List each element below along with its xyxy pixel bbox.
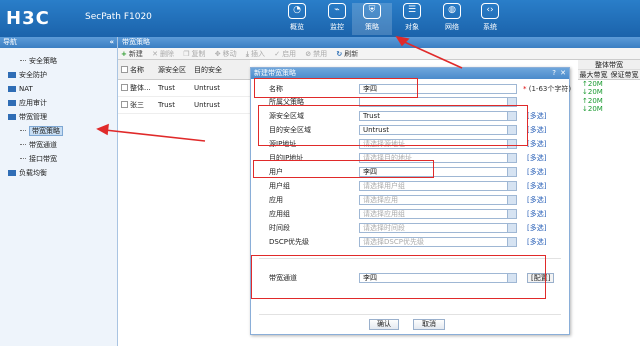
h3c-logo: H3C (6, 8, 50, 29)
folder-open-icon (8, 114, 16, 120)
globe-icon: ◍ (443, 3, 461, 19)
sidebar-item-load-balance[interactable]: 负载均衡 (0, 166, 117, 180)
sidebar-item-security-policy[interactable]: 安全策略 (0, 54, 117, 68)
top-banner: H3C SecPath F1020 ◔ 概览 ⌁ 监控 ⛨ 策略 ☰ 对象 ◍ 网络 ‹›… (0, 0, 640, 37)
src-zone-multiselect-link[interactable]: [多选] (527, 111, 546, 122)
dst-ip-multiselect-link[interactable]: [多选] (527, 153, 546, 164)
app-multiselect-link[interactable]: [多选] (527, 195, 546, 206)
nav-network[interactable]: ◍ 网络 (432, 3, 472, 35)
table-row[interactable]: 整体... Trust Untrust (118, 80, 250, 97)
dscp-row: DSCP优先级 请选择DSCP优先级 [多选] (269, 237, 547, 247)
src-ip-multiselect-link[interactable]: [多选] (527, 139, 546, 150)
sidebar-item-bandwidth-channel[interactable]: 带宽通道 (0, 138, 117, 152)
shield-icon: ⛨ (363, 3, 381, 19)
cancel-button[interactable]: 取消 (413, 319, 445, 330)
time-range-row: 时间段 请选择时间段 [多选] (269, 223, 547, 233)
annotation-box-user (253, 160, 434, 178)
policy-table: 名称 源安全区 目的安全 整体... Trust Untrust 张三 Trus… (118, 60, 250, 114)
move-button[interactable]: ✥ 移动 (215, 50, 237, 58)
app-group-select[interactable]: 请选择应用组 (359, 209, 517, 219)
user-group-multiselect-link[interactable]: [多选] (527, 181, 546, 192)
nav-overview[interactable]: ◔ 概览 (277, 3, 317, 35)
time-range-multiselect-link[interactable]: [多选] (527, 223, 546, 234)
sidebar-item-interface-bandwidth[interactable]: 接口带宽 (0, 152, 117, 166)
divider (259, 314, 561, 315)
delete-button[interactable]: ✕ 删除 (152, 50, 174, 58)
sidebar-item-nat[interactable]: NAT (0, 82, 117, 96)
app-group-multiselect-link[interactable]: [多选] (527, 209, 546, 220)
dscp-select[interactable]: 请选择DSCP优先级 (359, 237, 517, 247)
copy-button[interactable]: ❐ 复制 (183, 50, 205, 58)
sidebar-header: 导航 « (0, 37, 117, 48)
app-row: 应用 请选择应用 [多选] (269, 195, 547, 205)
collapse-icon[interactable]: « (109, 37, 114, 48)
time-range-select[interactable]: 请选择时间段 (359, 223, 517, 233)
gauge-icon: ◔ (288, 3, 306, 19)
sidebar: 导航 « 安全策略 安全防护 NAT 应用审计 带宽管理 带宽策略 带宽通道 接口… (0, 37, 118, 346)
sidebar-item-bandwidth-policy[interactable]: 带宽策略 (0, 124, 117, 138)
chart-icon: ⌁ (328, 3, 346, 19)
nav-object[interactable]: ☰ 对象 (392, 3, 432, 35)
app-group-row: 应用组 请选择应用组 [多选] (269, 209, 547, 219)
user-multiselect-link[interactable]: [多选] (527, 167, 546, 178)
new-button[interactable]: + 新建 (121, 50, 143, 58)
bandwidth-columns: 整体带宽 最大带宽 保证带宽 ↑20M ↓20M ↑20M ↓20M (578, 60, 640, 113)
annotation-box-channel (251, 255, 546, 299)
app-select[interactable]: 请选择应用 (359, 195, 517, 205)
select-all-checkbox[interactable] (120, 66, 128, 73)
row-checkbox[interactable] (120, 101, 128, 108)
user-group-select[interactable]: 请选择用户组 (359, 181, 517, 191)
code-icon: ‹› (481, 3, 499, 19)
folder-icon (8, 100, 16, 106)
dscp-multiselect-link[interactable]: [多选] (527, 237, 546, 248)
table-header: 名称 源安全区 目的安全 (118, 60, 250, 80)
toolbar: + 新建 ✕ 删除 ❐ 复制 ✥ 移动 ⤓ 插入 ✓ 启用 ⊘ 禁用 ↻ 刷新 (118, 48, 640, 60)
nav-policy[interactable]: ⛨ 策略 (352, 3, 392, 35)
dst-zone-multiselect-link[interactable]: [多选] (527, 125, 546, 136)
user-group-row: 用户组 请选择用户组 [多选] (269, 181, 547, 191)
annotation-box-zones (258, 105, 528, 146)
annotation-box-name (254, 78, 418, 98)
folder-icon (8, 72, 16, 78)
folder-icon (8, 86, 16, 92)
folder-icon (8, 170, 16, 176)
sidebar-item-bandwidth-mgmt[interactable]: 带宽管理 (0, 110, 117, 124)
row-checkbox[interactable] (120, 84, 128, 91)
help-icon[interactable]: ? (552, 68, 556, 79)
list-icon: ☰ (403, 3, 421, 19)
nav-monitor[interactable]: ⌁ 监控 (317, 3, 357, 35)
close-icon[interactable]: ✕ (560, 68, 566, 79)
disable-button[interactable]: ⊘ 禁用 (305, 50, 327, 58)
nav-system[interactable]: ‹› 系统 (470, 3, 510, 35)
page-title: 带宽策略 (118, 37, 640, 48)
sidebar-item-app-audit[interactable]: 应用审计 (0, 96, 117, 110)
product-name: SecPath F1020 (85, 12, 152, 22)
insert-button[interactable]: ⤓ 插入 (246, 50, 265, 58)
table-row[interactable]: 张三 Trust Untrust (118, 97, 250, 114)
enable-button[interactable]: ✓ 启用 (274, 50, 296, 58)
refresh-button[interactable]: ↻ 刷新 (336, 50, 358, 58)
confirm-button[interactable]: 确认 (369, 319, 399, 330)
sidebar-item-security-protection[interactable]: 安全防护 (0, 68, 117, 82)
